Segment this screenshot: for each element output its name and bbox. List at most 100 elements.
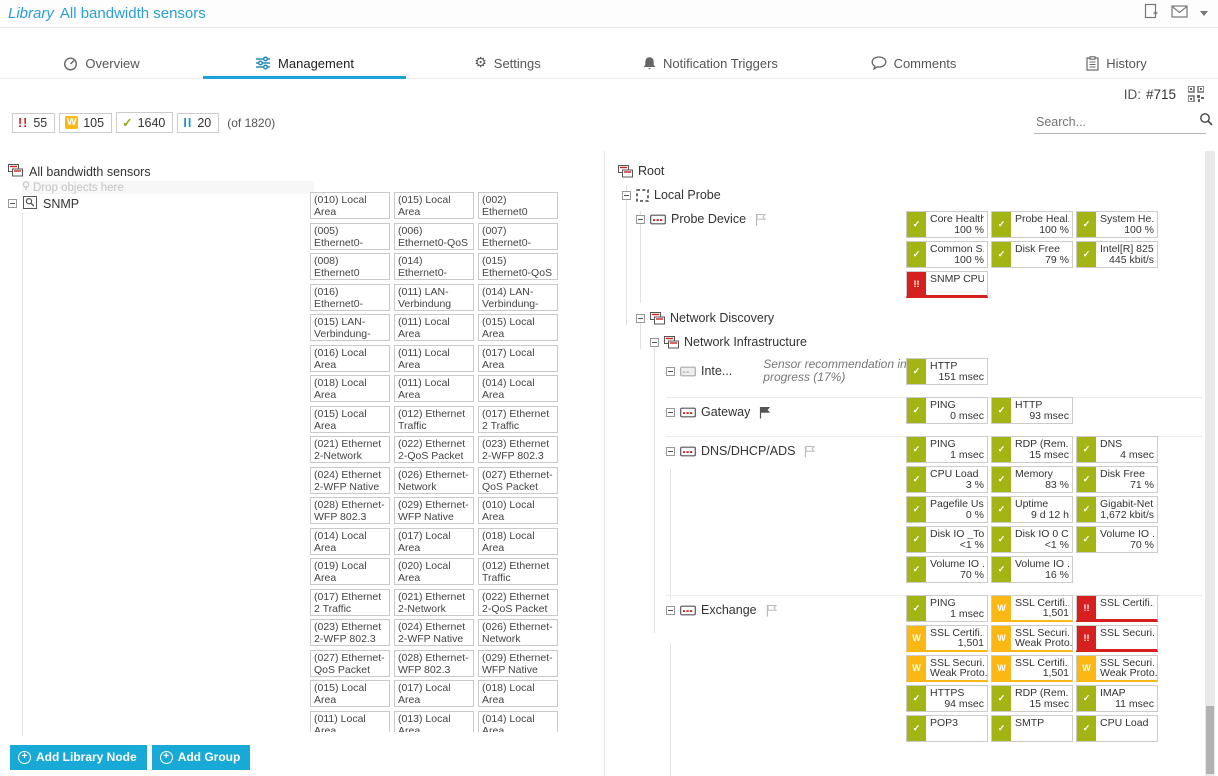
collapse-expander[interactable] [8,199,17,208]
library-sensor-tile[interactable]: (018) Local Area [478,528,558,555]
qr-code-icon[interactable] [1188,86,1204,107]
library-sensor-tile[interactable]: (011) Local Area [394,314,474,341]
tab-comments[interactable]: Comments [812,48,1015,78]
library-root-label[interactable]: All bandwidth sensors [29,165,151,179]
tree-node-label[interactable]: Gateway [701,405,750,419]
caret-down-icon[interactable] [1200,11,1208,16]
library-sensor-tile[interactable]: (011) LAN-Verbindung [394,284,474,311]
email-icon[interactable] [1171,5,1188,23]
library-sensor-tile[interactable]: (014) LAN-Verbindung-QoS [478,284,558,311]
library-sensor-tile[interactable]: (027) Ethernet-QoS Packet [478,467,558,494]
library-sensor-tile[interactable]: (012) Ethernet Traffic [394,406,474,433]
sensor-tile[interactable]: ✓DNS4 msec [1076,436,1158,463]
sensor-tile[interactable]: !!SNMP CPU... [906,271,988,298]
library-sensor-tile[interactable]: (027) Ethernet-QoS Packet [310,650,390,677]
sensor-tile[interactable]: ✓Probe Heal...100 % [991,211,1073,238]
library-sensor-tile[interactable]: (014) Local Area [310,528,390,555]
sensor-tile[interactable]: WSSL Securi...Weak Proto... [906,655,988,682]
sensor-tile[interactable]: ✓Disk Free79 % [991,241,1073,268]
sensor-tile[interactable]: WSSL Certifi...1,501 [991,655,1073,682]
collapse-expander[interactable] [622,191,631,200]
library-sensor-tile[interactable]: (017) Local Area [478,345,558,372]
sensor-tile[interactable]: ✓Disk IO 0 C:<1 % [991,526,1073,553]
status-badge-paused[interactable]: II20 [177,113,219,133]
library-sensor-tile[interactable]: (021) Ethernet 2-Network [394,589,474,616]
library-sensor-tile[interactable]: (016) Ethernet0-WFP 802.3 [310,284,390,311]
library-sensor-tile[interactable]: (005) Ethernet0-WFP Native [310,223,390,250]
sensor-tile[interactable]: ✓PING1 msec [906,595,988,622]
add-library-node-button[interactable]: +Add Library Node [10,745,147,770]
library-root-node[interactable]: All bandwidth sensors [8,163,600,180]
tree-node-label[interactable]: Exchange [701,603,757,617]
tab-history[interactable]: History [1015,48,1218,78]
library-sensor-tile[interactable]: (014) Local Area [478,711,558,733]
sensor-tile[interactable]: ✓Gigabit-Net...1,672 kbit/s [1076,496,1158,523]
sensor-tile[interactable]: ✓Memory83 % [991,466,1073,493]
library-sensor-tile[interactable]: (015) Local Area [310,406,390,433]
library-sensor-tile[interactable]: (015) Local Area [310,680,390,707]
library-sensor-tile[interactable]: (011) Local Area [394,375,474,402]
vertical-scrollbar[interactable] [1205,151,1215,776]
sensor-tile[interactable]: !!SSL Securi... [1076,625,1158,652]
library-sensor-tile[interactable]: (026) Ethernet-Network [394,467,474,494]
snmp-node-label[interactable]: SNMP [43,197,79,211]
sensor-tile[interactable]: ✓Uptime9 d 12 h [991,496,1073,523]
search-input[interactable] [1034,114,1199,130]
sensor-tile[interactable]: ✓Pagefile Us...0 % [906,496,988,523]
library-sensor-tile[interactable]: (028) Ethernet-WFP 802.3 [310,497,390,524]
library-sensor-tile[interactable]: (017) Local Area [394,680,474,707]
sensor-tile[interactable]: ✓Common S...100 % [906,241,988,268]
scrollbar-thumb[interactable] [1206,706,1214,774]
sensor-tile[interactable]: WSSL Securi...Weak Proto... [991,625,1073,652]
sensor-tile[interactable]: ✓Volume IO ...70 % [1076,526,1158,553]
status-badge-ok[interactable]: ✓1640 [116,112,173,133]
library-sensor-tile[interactable]: (022) Ethernet 2-QoS Packet [394,436,474,463]
library-sensor-tile[interactable]: (026) Ethernet-Network [478,619,558,646]
collapse-expander[interactable] [666,408,675,417]
sensor-tile[interactable]: WSSL Securi...Weak Proto... [1076,655,1158,682]
sensor-tile[interactable]: WSSL Certifi...1,501 [991,595,1073,622]
status-badge-warning[interactable]: W105 [59,113,112,133]
collapse-expander[interactable] [636,314,645,323]
library-sensor-tile[interactable]: (017) Local Area [394,528,474,555]
sensor-tile[interactable]: ✓RDP (Rem...15 msec [991,436,1073,463]
library-sensor-tile[interactable]: (029) Ethernet-WFP Native [394,497,474,524]
library-sensor-tile[interactable]: (029) Ethernet-WFP Native [478,650,558,677]
library-sensor-tile[interactable]: (006) Ethernet0-QoS Packet [394,223,474,250]
tree-node-label[interactable]: Network Infrastructure [684,335,807,349]
sensor-tile[interactable]: ✓Core Health100 % [906,211,988,238]
sensor-tile[interactable]: ✓System He...100 % [1076,211,1158,238]
library-sensor-tile[interactable]: (015) Local Area [394,192,474,219]
sensor-tile[interactable]: ✓HTTP93 msec [991,397,1073,424]
sensor-tile[interactable]: WSSL Certifi...1,501 [906,625,988,652]
library-sensor-tile[interactable]: (020) Local Area [394,558,474,585]
library-sensor-tile[interactable]: (015) LAN-Verbindung- [310,314,390,341]
tree-node-label[interactable]: Local Probe [654,188,721,202]
library-sensor-tile[interactable]: (010) Local Area [310,192,390,219]
sensor-tile[interactable]: ✓SMTP [991,715,1073,742]
status-badge-down[interactable]: !!55 [12,113,55,133]
library-sensor-tile[interactable]: (023) Ethernet 2-WFP 802.3 [478,436,558,463]
sensor-tile[interactable]: ✓CPU Load3 % [906,466,988,493]
sensor-tile[interactable]: ✓Volume IO ...70 % [906,556,988,583]
library-sensor-tile[interactable]: (008) Ethernet0 Traffic [310,253,390,280]
tab-notification-triggers[interactable]: Notification Triggers [609,48,812,78]
library-sensor-tile[interactable]: (011) Local Area [394,345,474,372]
tab-overview[interactable]: Overview [0,48,203,78]
add-group-button[interactable]: +Add Group [152,745,251,770]
library-sensor-tile[interactable]: (014) Ethernet0-WFP Native [394,253,474,280]
library-sensor-tile[interactable]: (022) Ethernet 2-QoS Packet [478,589,558,616]
sensor-tile[interactable]: ✓HTTPS94 msec [906,685,988,712]
library-sensor-tile[interactable]: (007) Ethernet0-WFP 802.3 [478,223,558,250]
sensor-tile[interactable]: ✓PING0 msec [906,397,988,424]
library-sensor-tile[interactable]: (028) Ethernet-WFP 802.3 [394,650,474,677]
search-icon[interactable] [1199,112,1213,131]
sensor-tile[interactable]: ✓Volume IO ...16 % [991,556,1073,583]
library-sensor-tile[interactable]: (018) Local Area [310,375,390,402]
drop-target-hint[interactable]: Drop objects here [22,181,314,194]
library-sensor-tile[interactable]: (023) Ethernet 2-WFP 802.3 [310,619,390,646]
library-sensor-tile[interactable]: (024) Ethernet 2-WFP Native [310,467,390,494]
library-sensor-tile[interactable]: (014) Local Area [478,375,558,402]
library-sensor-tile[interactable]: (024) Ethernet 2-WFP Native [394,619,474,646]
sensor-tile[interactable]: ✓IMAP11 msec [1076,685,1158,712]
